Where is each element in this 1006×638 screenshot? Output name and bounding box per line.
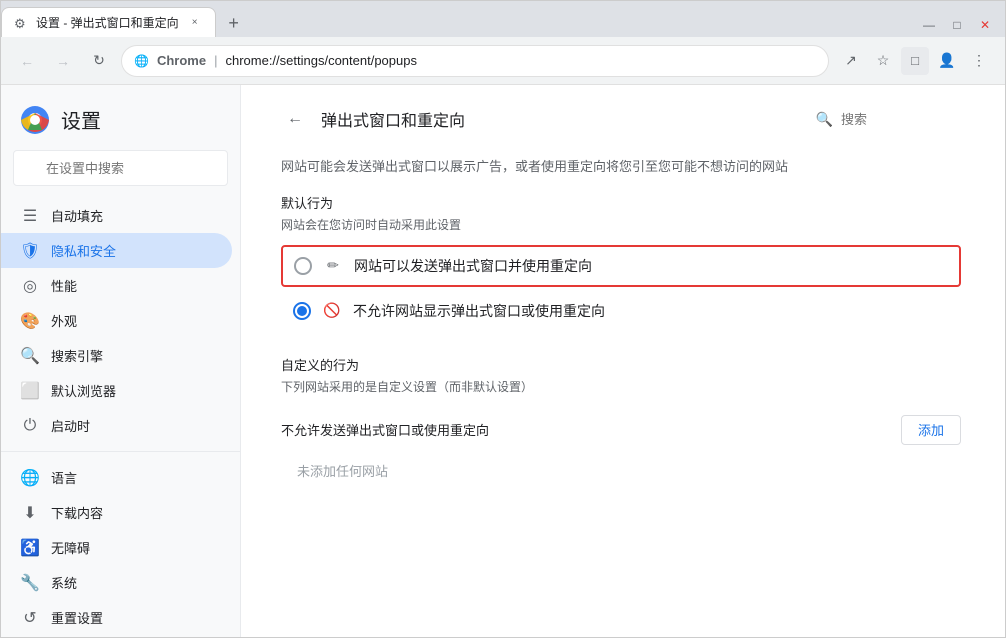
sidebar-label-accessibility: 无障碍 xyxy=(51,538,90,557)
block-option-label: 不允许网站显示弹出式窗口或使用重定向 xyxy=(353,301,605,321)
custom-behavior-title: 自定义的行为 xyxy=(281,355,961,374)
startup-icon: ⏻ xyxy=(21,417,39,435)
blocked-sites-label: 不允许发送弹出式窗口或使用重定向 xyxy=(281,420,489,439)
main-content: 设置 🔍 ☰ 自动填充 🛡 隐私和安全 ◎ 性能 🎨 xyxy=(1,85,1005,637)
page-header: ← 弹出式窗口和重定向 🔍 xyxy=(281,105,961,141)
page-description: 网站可能会发送弹出式窗口以展示广告，或者使用重定向将您引至您可能不想访问的网站 xyxy=(281,157,961,177)
sidebar-search[interactable]: 🔍 xyxy=(13,150,228,186)
tab-close-button[interactable]: × xyxy=(187,15,203,31)
sidebar-item-system[interactable]: 🔧 系统 xyxy=(1,565,232,600)
settings-content: ← 弹出式窗口和重定向 🔍 网站可能会发送弹出式窗口以展示广告，或者使用重定向将… xyxy=(241,85,1005,637)
custom-behavior-section: 自定义的行为 下列网站采用的是自定义设置（而非默认设置） 不允许发送弹出式窗口或… xyxy=(281,355,961,488)
block-radio-button[interactable] xyxy=(293,302,311,320)
language-icon: 🌐 xyxy=(21,469,39,487)
allow-option-label: 网站可以发送弹出式窗口并使用重定向 xyxy=(354,256,592,276)
sidebar-item-privacy[interactable]: 🛡 隐私和安全 xyxy=(1,233,232,268)
close-icon[interactable]: ✕ xyxy=(973,13,997,37)
sidebar-label-autofill: 自动填充 xyxy=(51,206,103,225)
page-title: 弹出式窗口和重定向 xyxy=(321,107,465,131)
reset-icon: ↺ xyxy=(21,609,39,627)
page-search-icon: 🔍 xyxy=(816,111,833,128)
forward-button[interactable]: → xyxy=(49,47,77,75)
system-icon: 🔧 xyxy=(21,574,39,592)
tab-bar: ⚙ 设置 - 弹出式窗口和重定向 × + — □ ✕ xyxy=(1,1,1005,37)
omnibox[interactable]: 🌐 Chrome | chrome://settings/content/pop… xyxy=(121,45,829,77)
privacy-icon: 🛡 xyxy=(21,242,39,260)
sidebar-item-default-browser[interactable]: ⬜ 默认浏览器 xyxy=(1,373,232,408)
sidebar-label-performance: 性能 xyxy=(51,276,77,295)
browser-window: ⚙ 设置 - 弹出式窗口和重定向 × + — □ ✕ ← → ↻ 🌐 Chrom… xyxy=(0,0,1006,638)
sidebar-item-reset[interactable]: ↺ 重置设置 xyxy=(1,600,232,635)
address-bar: ← → ↻ 🌐 Chrome | chrome://settings/conte… xyxy=(1,37,1005,85)
omnibox-url: chrome://settings/content/popups xyxy=(225,53,417,68)
sidebar-header: 设置 xyxy=(1,93,240,150)
appearance-icon: 🎨 xyxy=(21,312,39,330)
autofill-icon: ☰ xyxy=(21,207,39,225)
downloads-icon: ⬇ xyxy=(21,504,39,522)
share-button[interactable]: ↗ xyxy=(837,47,865,75)
sidebar-item-search[interactable]: 🔍 搜索引擎 xyxy=(1,338,232,373)
block-option-icon: 🚫 xyxy=(323,302,341,319)
sidebar-label-browser: 默认浏览器 xyxy=(51,381,116,400)
tab-title: 设置 - 弹出式窗口和重定向 xyxy=(36,14,179,31)
omnibox-separator: | xyxy=(214,53,217,68)
sidebar-label-system: 系统 xyxy=(51,573,77,592)
back-button[interactable]: ← xyxy=(13,47,41,75)
sidebar-label-downloads: 下载内容 xyxy=(51,503,103,522)
active-tab: ⚙ 设置 - 弹出式窗口和重定向 × xyxy=(1,7,216,37)
block-popups-option[interactable]: 🚫 不允许网站显示弹出式窗口或使用重定向 xyxy=(281,291,961,331)
custom-behavior-desc: 下列网站采用的是自定义设置（而非默认设置） xyxy=(281,378,961,395)
sidebar: 设置 🔍 ☰ 自动填充 🛡 隐私和安全 ◎ 性能 🎨 xyxy=(1,85,241,637)
page-header-left: ← 弹出式窗口和重定向 xyxy=(281,105,465,133)
sidebar-divider xyxy=(1,451,240,452)
allow-radio-button[interactable] xyxy=(294,257,312,275)
menu-button[interactable]: ⋮ xyxy=(965,47,993,75)
sidebar-item-performance[interactable]: ◎ 性能 xyxy=(1,268,232,303)
refresh-button[interactable]: ↻ xyxy=(85,47,113,75)
allow-option-icon: ✏ xyxy=(324,257,342,274)
search-engine-icon: 🔍 xyxy=(21,347,39,365)
sidebar-label-startup: 启动时 xyxy=(51,416,90,435)
sidebar-item-downloads[interactable]: ⬇ 下载内容 xyxy=(1,495,232,530)
sidebar-label-language: 语言 xyxy=(51,468,77,487)
profile-button[interactable]: 👤 xyxy=(933,47,961,75)
page-search: 🔍 xyxy=(816,111,961,128)
bookmark-button[interactable]: ☆ xyxy=(869,47,897,75)
settings-inner: ← 弹出式窗口和重定向 🔍 网站可能会发送弹出式窗口以展示广告，或者使用重定向将… xyxy=(241,85,1001,508)
page-search-input[interactable] xyxy=(841,112,961,127)
default-behavior-label: 默认行为 xyxy=(281,193,961,212)
restore-icon[interactable]: □ xyxy=(945,13,969,37)
performance-icon: ◎ xyxy=(21,277,39,295)
sidebar-item-startup[interactable]: ⏻ 启动时 xyxy=(1,408,232,443)
extensions-button[interactable]: □ xyxy=(901,47,929,75)
chrome-logo-icon xyxy=(21,106,49,134)
accessibility-icon: ♿ xyxy=(21,539,39,557)
lock-icon: 🌐 xyxy=(134,54,149,68)
sidebar-label-privacy: 隐私和安全 xyxy=(51,241,116,260)
blocked-sites-row: 不允许发送弹出式窗口或使用重定向 添加 xyxy=(281,407,961,453)
sidebar-search-input[interactable] xyxy=(13,150,228,186)
sidebar-item-language[interactable]: 🌐 语言 xyxy=(1,460,232,495)
browser-icon: ⬜ xyxy=(21,382,39,400)
sidebar-label-appearance: 外观 xyxy=(51,311,77,330)
sidebar-title: 设置 xyxy=(61,105,101,134)
sidebar-label-search: 搜索引擎 xyxy=(51,346,103,365)
sidebar-item-appearance[interactable]: 🎨 外观 xyxy=(1,303,232,338)
default-behavior-sublabel: 网站会在您访问时自动采用此设置 xyxy=(281,216,961,233)
add-blocked-site-button[interactable]: 添加 xyxy=(901,415,961,445)
chrome-label: Chrome xyxy=(157,53,206,68)
allow-popups-option[interactable]: ✏ 网站可以发送弹出式窗口并使用重定向 xyxy=(281,245,961,287)
sidebar-label-reset: 重置设置 xyxy=(51,608,103,627)
tab-favicon: ⚙ xyxy=(14,16,28,30)
empty-state-text: 未添加任何网站 xyxy=(281,453,961,488)
sidebar-item-accessibility[interactable]: ♿ 无障碍 xyxy=(1,530,232,565)
sidebar-item-autofill[interactable]: ☰ 自动填充 xyxy=(1,198,232,233)
page-back-button[interactable]: ← xyxy=(281,105,309,133)
minimize-icon[interactable]: — xyxy=(917,13,941,37)
window-controls: — □ ✕ xyxy=(917,13,1005,37)
new-tab-button[interactable]: + xyxy=(220,9,248,37)
address-actions: ↗ ☆ □ 👤 ⋮ xyxy=(837,47,993,75)
